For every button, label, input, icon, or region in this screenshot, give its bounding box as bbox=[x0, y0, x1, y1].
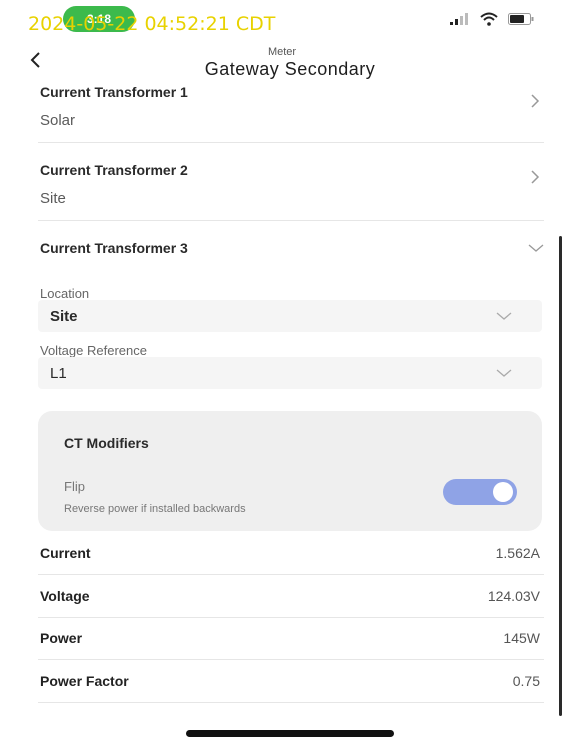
location-label: Location bbox=[40, 286, 90, 301]
voltage-reference-select[interactable]: L1 bbox=[38, 357, 542, 389]
metric-label: Voltage bbox=[40, 588, 90, 604]
metric-row-power-factor: Power Factor 0.75 bbox=[0, 673, 564, 697]
ct-modifiers-title: CT Modifiers bbox=[64, 435, 149, 451]
metric-value: 1.562A bbox=[495, 545, 540, 561]
chevron-right-icon bbox=[531, 94, 540, 108]
chevron-down-icon bbox=[496, 369, 512, 377]
flip-label: Flip bbox=[64, 479, 85, 494]
location-value: Site bbox=[50, 308, 78, 325]
page-title: Gateway Secondary bbox=[204, 59, 376, 79]
flip-toggle[interactable] bbox=[443, 479, 517, 505]
ct1-row[interactable]: Current Transformer 1 Solar bbox=[0, 80, 564, 142]
toggle-knob bbox=[493, 482, 513, 502]
flip-description: Reverse power if installed backwards bbox=[64, 503, 246, 515]
metric-label: Power bbox=[40, 630, 83, 646]
ct2-row[interactable]: Current Transformer 2 Site bbox=[0, 158, 564, 220]
metric-label: Power Factor bbox=[40, 673, 129, 689]
battery-icon bbox=[508, 13, 534, 25]
metric-value: 124.03V bbox=[487, 588, 540, 604]
scrollbar[interactable] bbox=[559, 236, 562, 716]
ct-modifiers-card: CT Modifiers Flip Reverse power if insta… bbox=[38, 411, 542, 531]
divider bbox=[38, 617, 544, 618]
chevron-right-icon bbox=[531, 170, 540, 184]
metric-row-voltage: Voltage 124.03V bbox=[0, 588, 564, 612]
signal-icon bbox=[450, 13, 468, 25]
ct3-row[interactable]: Current Transformer 3 bbox=[0, 236, 564, 260]
metric-row-current: Current 1.562A bbox=[0, 545, 564, 569]
ct1-label: Current Transformer 1 bbox=[40, 84, 188, 100]
header-subtitle: Meter bbox=[267, 46, 297, 58]
metric-value: 145W bbox=[503, 630, 540, 646]
chevron-down-icon bbox=[496, 312, 512, 320]
divider bbox=[38, 220, 544, 221]
location-select[interactable]: Site bbox=[38, 300, 542, 332]
voltage-reference-label: Voltage Reference bbox=[40, 343, 147, 358]
divider bbox=[38, 574, 544, 575]
ct1-value: Solar bbox=[40, 112, 76, 129]
divider bbox=[38, 659, 544, 660]
metric-label: Current bbox=[40, 545, 91, 561]
timestamp-overlay: 2024-05-22 04:52:21 CDT bbox=[28, 13, 276, 35]
nav-header: Meter Gateway Secondary bbox=[0, 44, 564, 82]
status-bar: 3:18 2024-05-22 04:52:21 CDT bbox=[0, 0, 564, 44]
wifi-icon bbox=[480, 12, 498, 26]
metric-row-power: Power 145W bbox=[0, 630, 564, 654]
home-indicator[interactable] bbox=[186, 730, 394, 737]
ct2-value: Site bbox=[40, 190, 66, 207]
divider bbox=[38, 142, 544, 143]
status-icons bbox=[450, 12, 534, 26]
voltage-reference-value: L1 bbox=[50, 365, 67, 382]
chevron-down-icon bbox=[528, 244, 544, 252]
ct3-label: Current Transformer 3 bbox=[40, 240, 188, 256]
divider bbox=[38, 702, 544, 703]
ct2-label: Current Transformer 2 bbox=[40, 162, 188, 178]
metric-value: 0.75 bbox=[512, 673, 540, 689]
